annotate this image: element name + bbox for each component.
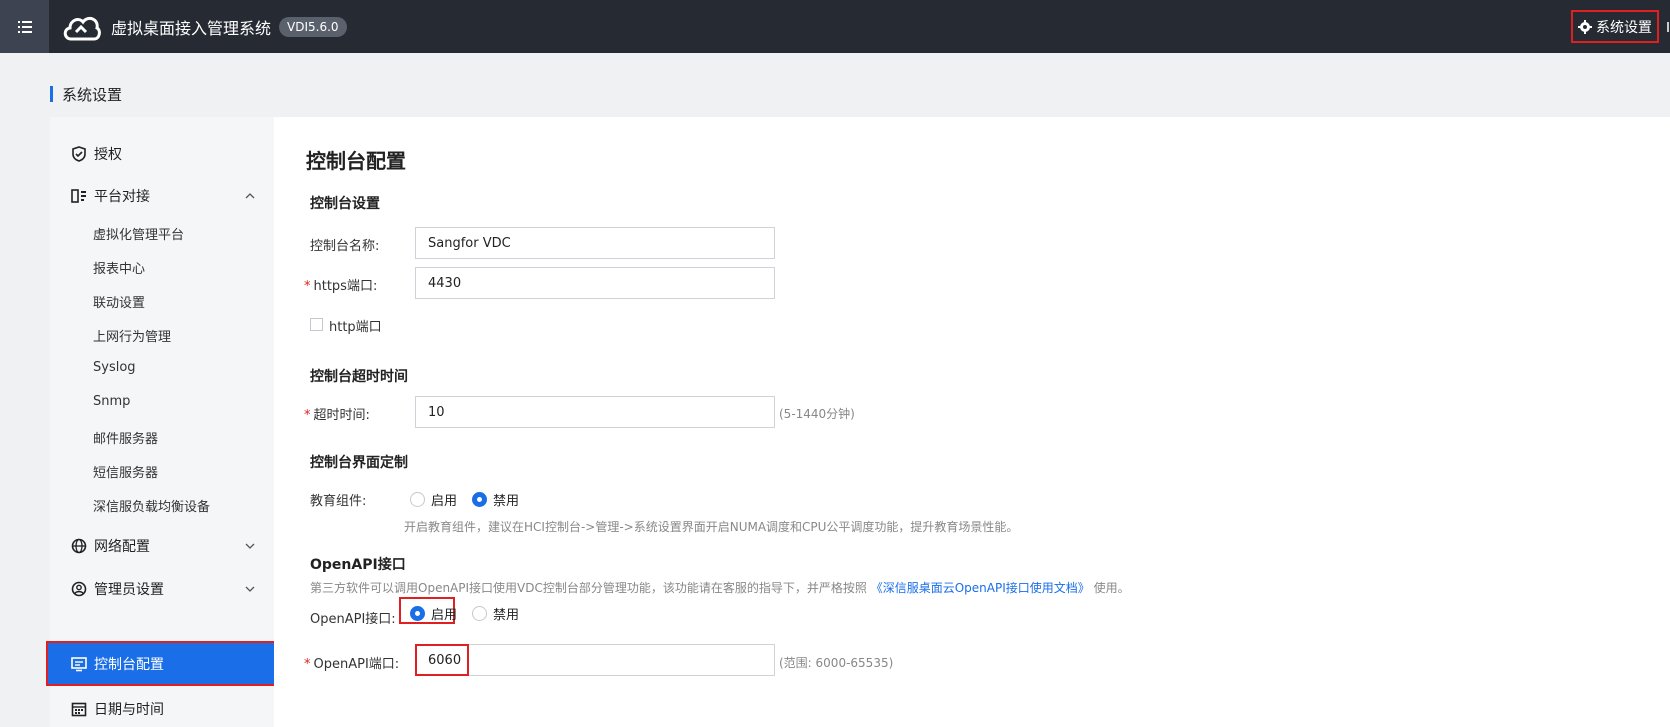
openapi-label: OpenAPI接口: <box>310 612 396 627</box>
sidebar-subitem-report-center[interactable]: 报表中心 <box>93 258 145 277</box>
section-console-settings: 控制台设置 <box>310 196 380 212</box>
radio-circle-selected <box>410 606 425 621</box>
sidebar-subitem-snmp[interactable]: Snmp <box>93 394 130 409</box>
page-title: 控制台配置 <box>306 149 406 173</box>
chevron-down-icon <box>244 583 256 595</box>
openapi-disable-label: 禁用 <box>493 608 520 623</box>
sidebar-item-label: 日期与时间 <box>94 702 164 718</box>
monitor-icon <box>70 655 88 673</box>
version-badge: VDI5.6.0 <box>279 16 347 37</box>
console-name-input[interactable] <box>415 227 775 259</box>
sidebar-item-label: 网络配置 <box>94 539 150 555</box>
sidebar-subitem-syslog[interactable]: Syslog <box>93 360 136 375</box>
openapi-port-input[interactable] <box>415 644 775 676</box>
openapi-desc-prefix: 第三方软件可以调用OpenAPI接口使用VDC控制台部分管理功能，该功能请在客服… <box>310 581 867 595</box>
sidebar-subitem-sms-server[interactable]: 短信服务器 <box>93 462 158 481</box>
required-mark: * <box>304 408 311 423</box>
sidebar-item-admin[interactable]: 管理员设置 <box>50 576 274 602</box>
timeout-range-hint: (5-1440分钟) <box>779 407 855 421</box>
https-port-input[interactable] <box>415 267 775 299</box>
breadcrumb-label: 系统设置 <box>62 85 123 104</box>
openapi-desc-suffix: 使用。 <box>1093 581 1130 595</box>
edu-component-hint: 开启教育组件，建议在HCI控制台->管理->系统设置界面开启NUMA调度和CPU… <box>404 520 1019 534</box>
section-console-custom: 控制台界面定制 <box>310 455 408 471</box>
sidebar: 授权 平台对接 虚拟化管理平台 报表中心 联动设置 上网行为管理 Syslog … <box>46 117 276 727</box>
top-bar: 虚拟桌面接入管理系统 VDI5.6.0 系统设置 <box>0 0 1670 53</box>
https-port-label: * https端口: <box>304 275 377 294</box>
openapi-doc-link[interactable]: 《深信服桌面云OpenAPI接口使用文档》 <box>871 581 1090 595</box>
sidebar-item-console-config[interactable]: 控制台配置 <box>46 641 276 686</box>
globe-icon <box>70 537 88 555</box>
gear-icon <box>1578 19 1592 34</box>
timeout-label-text: 超时时间: <box>313 408 370 423</box>
app-title: 虚拟桌面接入管理系统 <box>111 18 272 38</box>
edu-enable-radio[interactable]: 启用 <box>410 490 457 509</box>
https-port-label-text: https端口: <box>313 279 378 294</box>
divider <box>1667 22 1669 32</box>
system-settings-button[interactable]: 系统设置 <box>1571 10 1659 43</box>
sidebar-subitem-virtualization[interactable]: 虚拟化管理平台 <box>93 224 184 243</box>
console-name-label: 控制台名称: <box>310 239 380 254</box>
cloud-logo-icon <box>61 10 101 44</box>
http-port-checkbox[interactable] <box>310 318 323 331</box>
radio-circle <box>472 606 487 621</box>
sidebar-item-network[interactable]: 网络配置 <box>50 533 274 559</box>
edu-enable-label: 启用 <box>431 494 458 509</box>
required-mark: * <box>304 657 311 672</box>
sidebar-item-license[interactable]: 授权 <box>50 141 274 167</box>
edu-disable-radio[interactable]: 禁用 <box>472 490 519 509</box>
main-panel: 控制台配置 控制台设置 控制台名称: *https端口: http端口 控制台超… <box>274 117 1670 727</box>
system-settings-label: 系统设置 <box>1596 19 1652 36</box>
openapi-disable-radio[interactable]: 禁用 <box>472 604 519 623</box>
shield-check-icon <box>70 145 88 163</box>
openapi-port-label: * OpenAPI端口: <box>304 653 399 672</box>
calendar-icon <box>70 700 88 718</box>
sidebar-subitem-behavior-mgmt[interactable]: 上网行为管理 <box>93 326 171 345</box>
sidebar-item-datetime[interactable]: 日期与时间 <box>50 696 274 722</box>
openapi-enable-label: 启用 <box>431 608 458 623</box>
openapi-port-label-text: OpenAPI端口: <box>313 657 400 672</box>
sidebar-item-label: 授权 <box>94 147 122 163</box>
openapi-description: 第三方软件可以调用OpenAPI接口使用VDC控制台部分管理功能，该功能请在客服… <box>310 579 1130 596</box>
breadcrumb: 系统设置 <box>50 85 123 104</box>
section-console-timeout: 控制台超时时间 <box>310 369 408 385</box>
highlight-box <box>415 644 469 676</box>
platform-link-icon <box>70 187 88 205</box>
section-openapi: OpenAPI接口 <box>310 557 406 573</box>
required-mark: * <box>304 279 311 294</box>
timeout-label: * 超时时间: <box>304 404 370 423</box>
sidebar-item-label: 控制台配置 <box>94 656 164 673</box>
openapi-port-range-hint: (范围: 6000-65535) <box>779 656 894 670</box>
chevron-down-icon <box>244 540 256 552</box>
edu-component-label: 教育组件: <box>310 494 367 509</box>
radio-circle <box>410 492 425 507</box>
openapi-enable-radio[interactable]: 启用 <box>410 604 457 623</box>
sidebar-item-platform[interactable]: 平台对接 <box>50 183 274 209</box>
sidebar-item-label: 管理员设置 <box>94 582 164 598</box>
sidebar-subitem-mail-server[interactable]: 邮件服务器 <box>93 428 158 447</box>
sidebar-subitem-linkage[interactable]: 联动设置 <box>93 292 145 311</box>
menu-toggle-button[interactable] <box>0 0 49 53</box>
hamburger-icon <box>17 20 32 33</box>
user-circle-icon <box>70 580 88 598</box>
sidebar-subitem-load-balancer[interactable]: 深信服负载均衡设备 <box>93 496 210 515</box>
chevron-up-icon <box>244 190 256 202</box>
timeout-input[interactable] <box>415 396 775 428</box>
edu-disable-label: 禁用 <box>493 494 520 509</box>
sidebar-item-label: 平台对接 <box>94 189 150 205</box>
radio-circle-selected <box>472 492 487 507</box>
http-port-label: http端口 <box>329 320 382 335</box>
